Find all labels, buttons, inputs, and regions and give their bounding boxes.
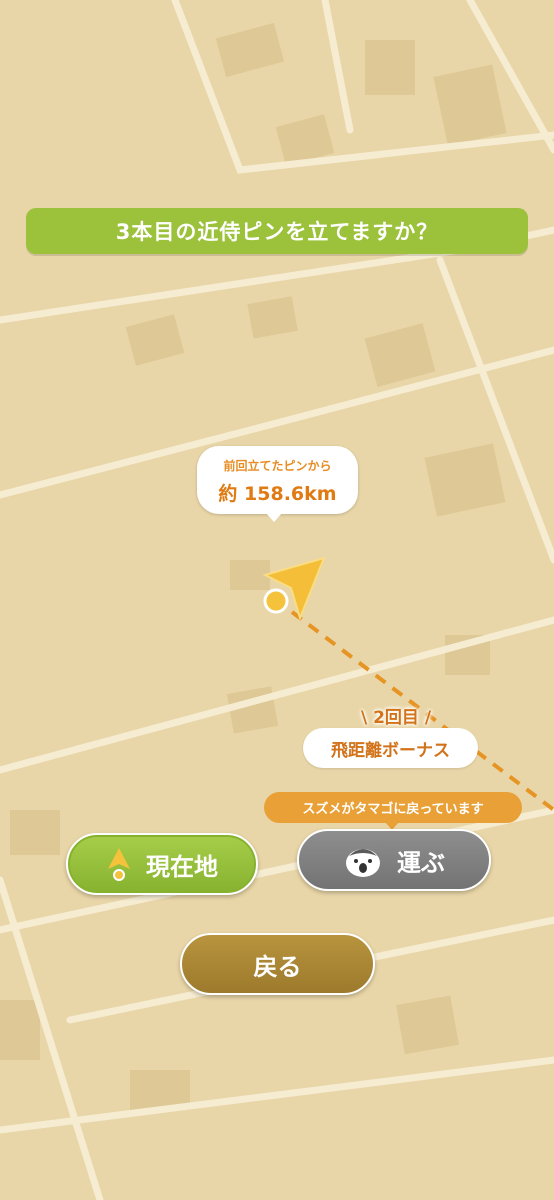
carry-label: 運ぶ	[397, 848, 445, 877]
status-tip: スズメがタマゴに戻っています	[264, 792, 522, 830]
distance-bubble: 前回立てたピンから 約 158.6km	[197, 446, 358, 522]
current-location-label: 現在地	[146, 852, 218, 881]
question-text: 3本目の近侍ピンを立てますか？	[115, 220, 439, 244]
location-arrow-icon	[106, 847, 132, 881]
back-button[interactable]: 戻る	[180, 933, 375, 995]
status-tip-text: スズメがタマゴに戻っています	[302, 802, 484, 817]
distance-caption: 前回立てたピンから	[223, 459, 332, 473]
current-location-button[interactable]: 現在地	[66, 833, 258, 895]
map-view[interactable]	[0, 0, 554, 1200]
bonus-count: \ 2回目 /	[360, 708, 432, 728]
bonus-title: 飛距離ボーナス	[303, 728, 478, 768]
distance-value: 約 158.6km	[218, 483, 337, 505]
carry-button[interactable]: 運ぶ	[297, 829, 491, 891]
back-label: 戻る	[253, 952, 302, 981]
sparrow-icon	[343, 842, 383, 878]
question-banner: 3本目の近侍ピンを立てますか？	[26, 208, 528, 254]
